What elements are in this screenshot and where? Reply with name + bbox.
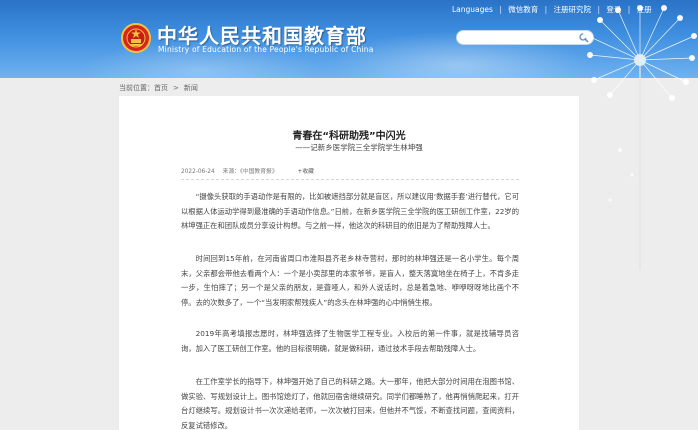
article-paragraph: “摄像头获取的手语动作是有限的，比如被遮挡部分就是盲区，所以建议用‘数据手套’进… [181, 192, 519, 230]
link-separator: | [499, 5, 502, 14]
breadcrumb-separator-icon: > [173, 84, 179, 92]
languages-link[interactable]: Languages [452, 5, 493, 14]
dandelion-decoration [583, 5, 697, 270]
article-title: 青春在“科研助残”中闪光 [292, 131, 406, 142]
national-emblem-icon[interactable] [121, 23, 151, 53]
breadcrumb-news-link[interactable]: 新闻 [184, 84, 198, 92]
article-subtitle: ——记新乡医学院三全学院学生林坤强 [295, 143, 423, 152]
search-box [456, 30, 594, 51]
breadcrumb-home-link[interactable]: 首页 [154, 84, 168, 92]
search-input[interactable] [465, 38, 575, 51]
article-paragraph: 2019年高考填报志愿时，林坤强选择了生物医学工程专业。入校后的第一件事，就是找… [181, 329, 519, 353]
article-meta: 2022-06-24 来源：《中国教育报》 +收藏 [181, 166, 314, 175]
article-source: 来源：《中国教育报》 [222, 169, 278, 175]
breadcrumb: 当前位置：首页 > 新闻 [119, 83, 198, 93]
favorite-button[interactable]: +收藏 [297, 169, 313, 175]
article-panel: 青春在“科研助残”中闪光 ——记新乡医学院三全学院学生林坤强 2022-06-2… [119, 96, 579, 430]
article-date: 2022-06-24 [181, 169, 215, 175]
breadcrumb-label: 当前位置： [119, 84, 154, 92]
article-paragraph: 在工作室学长的指导下，林坤强开始了自己的科研之路。大一那年，他把大部分时间用在泡… [181, 377, 519, 430]
favorite-label: 收藏 [302, 169, 314, 175]
site-title-english: Ministry of Education of the People's Re… [158, 45, 374, 54]
meta-divider [181, 179, 519, 180]
article-paragraph: 时间回到15年前，在河南省周口市淮阳县齐老乡林寺营村，那时的林坤强还是一名小学生… [181, 254, 519, 307]
link-separator: | [544, 5, 548, 14]
wechat-link[interactable]: 微信教育 [508, 4, 538, 15]
